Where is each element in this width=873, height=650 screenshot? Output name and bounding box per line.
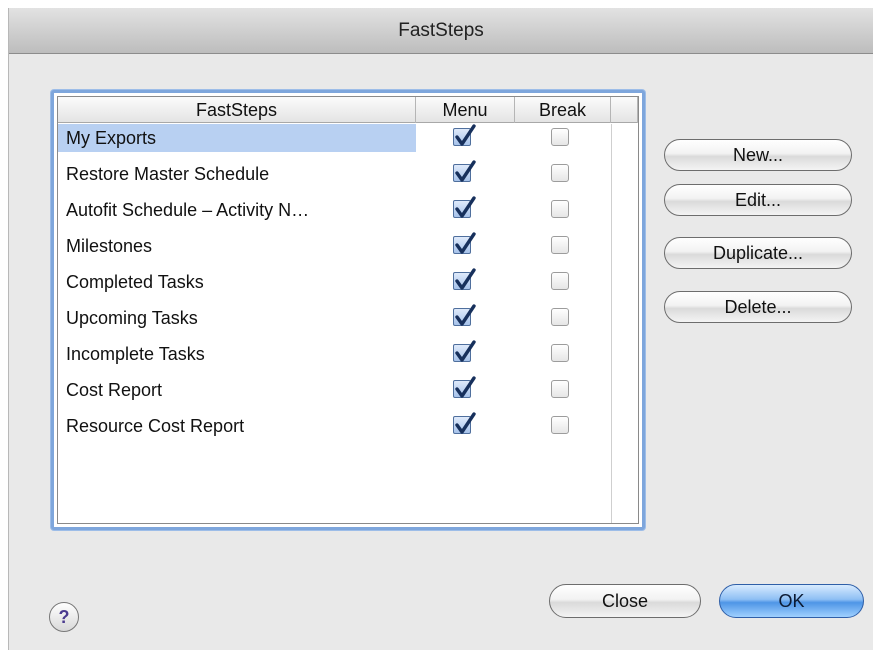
row-name[interactable]: Resource Cost Report <box>58 412 416 440</box>
column-header-menu[interactable]: Menu <box>416 97 515 123</box>
menu-checkbox[interactable] <box>453 124 476 148</box>
break-checkbox[interactable] <box>551 416 571 436</box>
table-row[interactable]: Autofit Schedule – Activity N… <box>58 196 638 232</box>
row-name[interactable]: Autofit Schedule – Activity N… <box>58 196 416 224</box>
row-name[interactable]: Upcoming Tasks <box>58 304 416 332</box>
table-row[interactable]: Resource Cost Report <box>58 412 638 448</box>
fasttsteps-dialog: FastSteps FastSteps Menu Break My Export… <box>8 8 873 650</box>
empty-checkbox-icon <box>551 236 569 254</box>
row-name[interactable]: Milestones <box>58 232 416 260</box>
table-row[interactable]: Incomplete Tasks <box>58 340 638 376</box>
menu-checkbox[interactable] <box>453 412 476 436</box>
checkmark-icon <box>453 268 476 290</box>
menu-checkbox[interactable] <box>453 196 476 220</box>
break-checkbox[interactable] <box>551 128 571 148</box>
table-row[interactable]: Completed Tasks <box>58 268 638 304</box>
table-row[interactable]: Restore Master Schedule <box>58 160 638 196</box>
checkmark-icon <box>453 196 476 218</box>
break-checkbox[interactable] <box>551 380 571 400</box>
empty-checkbox-icon <box>551 164 569 182</box>
checkmark-icon <box>453 376 476 398</box>
table-row[interactable]: My Exports <box>58 124 638 160</box>
column-header-break[interactable]: Break <box>515 97 611 123</box>
break-checkbox[interactable] <box>551 236 571 256</box>
ok-button[interactable]: OK <box>719 584 864 618</box>
new-button[interactable]: New... <box>664 139 852 171</box>
empty-checkbox-icon <box>551 416 569 434</box>
title-bar[interactable]: FastSteps <box>9 8 873 54</box>
menu-checkbox[interactable] <box>453 232 476 256</box>
edit-button[interactable]: Edit... <box>664 184 852 216</box>
table-header: FastSteps Menu Break <box>58 97 638 123</box>
break-checkbox[interactable] <box>551 308 571 328</box>
row-name[interactable]: Completed Tasks <box>58 268 416 296</box>
menu-checkbox[interactable] <box>453 304 476 328</box>
empty-checkbox-icon <box>551 344 569 362</box>
menu-checkbox[interactable] <box>453 340 476 364</box>
empty-checkbox-icon <box>551 200 569 218</box>
empty-checkbox-icon <box>551 308 569 326</box>
checkmark-icon <box>453 124 476 146</box>
checkmark-icon <box>453 340 476 362</box>
menu-checkbox[interactable] <box>453 268 476 292</box>
duplicate-button[interactable]: Duplicate... <box>664 237 852 269</box>
column-header-spacer <box>611 97 638 123</box>
row-name[interactable]: Cost Report <box>58 376 416 404</box>
menu-checkbox[interactable] <box>453 376 476 400</box>
column-header-fasttsteps[interactable]: FastSteps <box>58 97 416 123</box>
empty-checkbox-icon <box>551 380 569 398</box>
checkmark-icon <box>453 232 476 254</box>
fasttsteps-table[interactable]: FastSteps Menu Break My Exports Restore M… <box>51 90 645 530</box>
table-body: FastSteps Menu Break My Exports Restore M… <box>57 96 639 524</box>
checkmark-icon <box>453 304 476 326</box>
help-icon[interactable]: ? <box>49 602 79 632</box>
row-name[interactable]: Restore Master Schedule <box>58 160 416 188</box>
table-row[interactable]: Upcoming Tasks <box>58 304 638 340</box>
table-row[interactable]: Milestones <box>58 232 638 268</box>
close-button[interactable]: Close <box>549 584 701 618</box>
checkmark-icon <box>453 160 476 182</box>
empty-checkbox-icon <box>551 272 569 290</box>
table-row[interactable]: Cost Report <box>58 376 638 412</box>
break-checkbox[interactable] <box>551 164 571 184</box>
table-rows: My Exports Restore Master Schedule Autofit… <box>58 124 638 448</box>
row-name[interactable]: Incomplete Tasks <box>58 340 416 368</box>
row-name[interactable]: My Exports <box>58 124 416 152</box>
break-checkbox[interactable] <box>551 200 571 220</box>
window-title: FastSteps <box>398 20 484 41</box>
empty-checkbox-icon <box>551 128 569 146</box>
break-checkbox[interactable] <box>551 344 571 364</box>
break-checkbox[interactable] <box>551 272 571 292</box>
delete-button[interactable]: Delete... <box>664 291 852 323</box>
checkmark-icon <box>453 412 476 434</box>
menu-checkbox[interactable] <box>453 160 476 184</box>
